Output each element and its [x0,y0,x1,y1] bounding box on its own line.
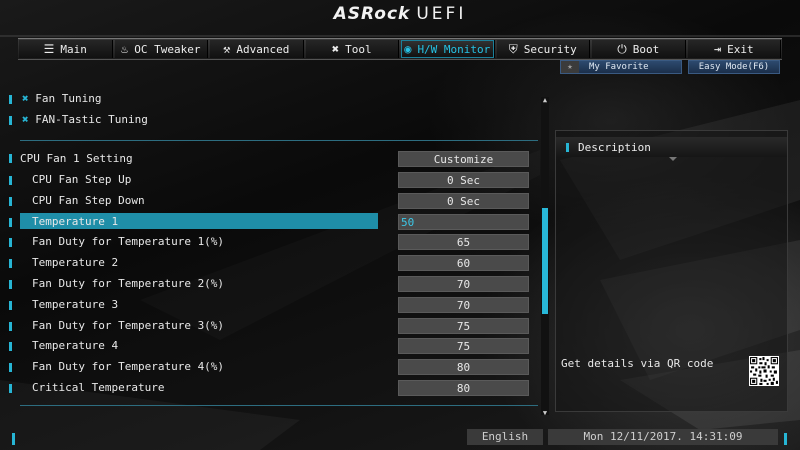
item-marker [9,322,12,331]
setting-label[interactable]: CPU Fan Step Up [32,173,131,186]
setting-label[interactable]: Fan Duty for Temperature 1(%) [32,235,224,248]
tab-exit[interactable]: ⇥ Exit [687,40,781,58]
description-title: Description [578,141,651,154]
setting-label[interactable]: Fan Duty for Temperature 4(%) [32,360,224,373]
tab-tool[interactable]: ✖ Tool [305,40,399,58]
asrock-uefi-logo: ASRock UEFI [0,4,800,24]
tab-main[interactable]: ☰ Main [19,40,113,58]
shield-icon: ⛨ [508,41,518,56]
tab-advanced[interactable]: ⚒ Advanced [210,40,304,58]
monitor-icon: ◉ [404,42,412,56]
tab-hw-monitor[interactable]: ◉ H/W Monitor [401,40,495,58]
setting-label[interactable]: Fan Duty for Temperature 3(%) [32,319,224,332]
tools-icon: ✖ [331,42,340,56]
tab-label: Advanced [236,42,290,56]
item-marker [9,384,12,393]
main-nav: ☰ Main ♨ OC Tweaker ⚒ Advanced ✖ Tool ◉ H/W M… [18,38,782,60]
logo-brand: ASRock [333,4,411,24]
scrollbar-thumb[interactable] [542,208,548,314]
item-marker [9,197,12,206]
item-marker [9,280,12,289]
setting-value[interactable]: 0 Sec [398,193,529,209]
separator [20,405,538,406]
flame-icon: ♨ [121,42,129,56]
setting-label[interactable]: Critical Temperature [32,381,164,394]
setting-value[interactable]: 80 [398,380,529,396]
power-icon: ⏻ [617,41,627,56]
setting-label[interactable]: CPU Fan Step Down [32,194,145,207]
setting-label[interactable]: Fan Duty for Temperature 2(%) [32,277,224,290]
tab-security[interactable]: ⛨ Security [496,40,590,58]
datetime-display: Mon 12/11/2017. 14:31:09 [548,429,778,445]
setting-label[interactable]: Temperature 3 [32,298,118,311]
star-icon: ★ [561,61,579,73]
setting-value[interactable]: 75 [398,338,529,354]
language-button[interactable]: English [467,429,543,445]
setting-label[interactable]: Temperature 2 [32,256,118,269]
item-marker [9,238,12,247]
tab-label: Security [523,42,577,56]
setting-value[interactable]: 75 [398,318,529,334]
item-marker [9,154,12,163]
header: ASRock UEFI ☰ Main ♨ OC Tweaker ⚒ Advanced ✖… [0,0,800,60]
setting-value[interactable]: 50 [398,214,529,230]
qr-code-text: Get details via QR code [561,357,714,370]
setting-value[interactable]: 70 [398,297,529,313]
caret-down-icon [669,157,677,161]
setting-label[interactable]: Temperature 1 [32,215,118,228]
fan-tuning-label: Fan Tuning [35,92,102,105]
fan-tuning-item[interactable]: ✖ Fan Tuning [22,92,101,105]
easy-mode-button[interactable]: Easy Mode(F6) [688,60,780,74]
item-marker [9,116,12,125]
tab-label: Exit [727,42,754,56]
exit-icon: ⇥ [713,42,722,56]
setting-value[interactable]: 0 Sec [398,172,529,188]
item-marker [9,363,12,372]
bottom-bar: English Mon 12/11/2017. 14:31:09 [0,428,800,450]
item-marker [566,143,569,152]
item-marker [9,218,12,227]
tab-label: Main [60,42,87,56]
tab-label: OC Tweaker [134,42,201,56]
wrench-icon: ✖ [22,92,29,105]
separator [20,140,538,141]
description-panel: Description Get details via QR code [555,130,788,412]
tab-label: H/W Monitor [417,42,491,56]
list-icon: ☰ [43,42,55,56]
item-marker [9,95,12,104]
bottom-right-marker [784,433,787,445]
tab-label: Boot [632,42,660,56]
tab-oc-tweaker[interactable]: ♨ OC Tweaker [114,40,208,58]
scroll-down-icon[interactable]: ▼ [541,409,549,417]
item-marker [9,342,12,351]
setting-label[interactable]: Temperature 4 [32,339,118,352]
item-marker [9,259,12,268]
fan-tastic-label: FAN-Tastic Tuning [35,113,148,126]
setting-value[interactable]: 80 [398,359,529,375]
setting-value[interactable]: 70 [398,276,529,292]
my-favorite-button[interactable]: ★ My Favorite [560,60,682,74]
logo-suffix: UEFI [416,4,467,24]
description-header: Description [556,137,787,157]
cpu-fan-1-setting-label: CPU Fan 1 Setting [20,152,133,165]
item-marker [9,301,12,310]
tab-boot[interactable]: ⏻ Boot [592,40,686,58]
setting-value[interactable]: 65 [398,234,529,250]
setting-value[interactable]: 60 [398,255,529,271]
my-favorite-label: My Favorite [589,62,649,72]
tab-label: Tool [345,42,372,56]
qr-code-icon [749,356,779,386]
scroll-up-icon[interactable]: ▲ [541,96,549,104]
item-marker [9,176,12,185]
fan-tastic-tuning-item[interactable]: ✖ FAN-Tastic Tuning [22,113,148,126]
advanced-icon: ⚒ [223,42,231,56]
cpu-fan-1-setting-value[interactable]: Customize [398,151,529,167]
wrench-icon: ✖ [22,113,29,126]
